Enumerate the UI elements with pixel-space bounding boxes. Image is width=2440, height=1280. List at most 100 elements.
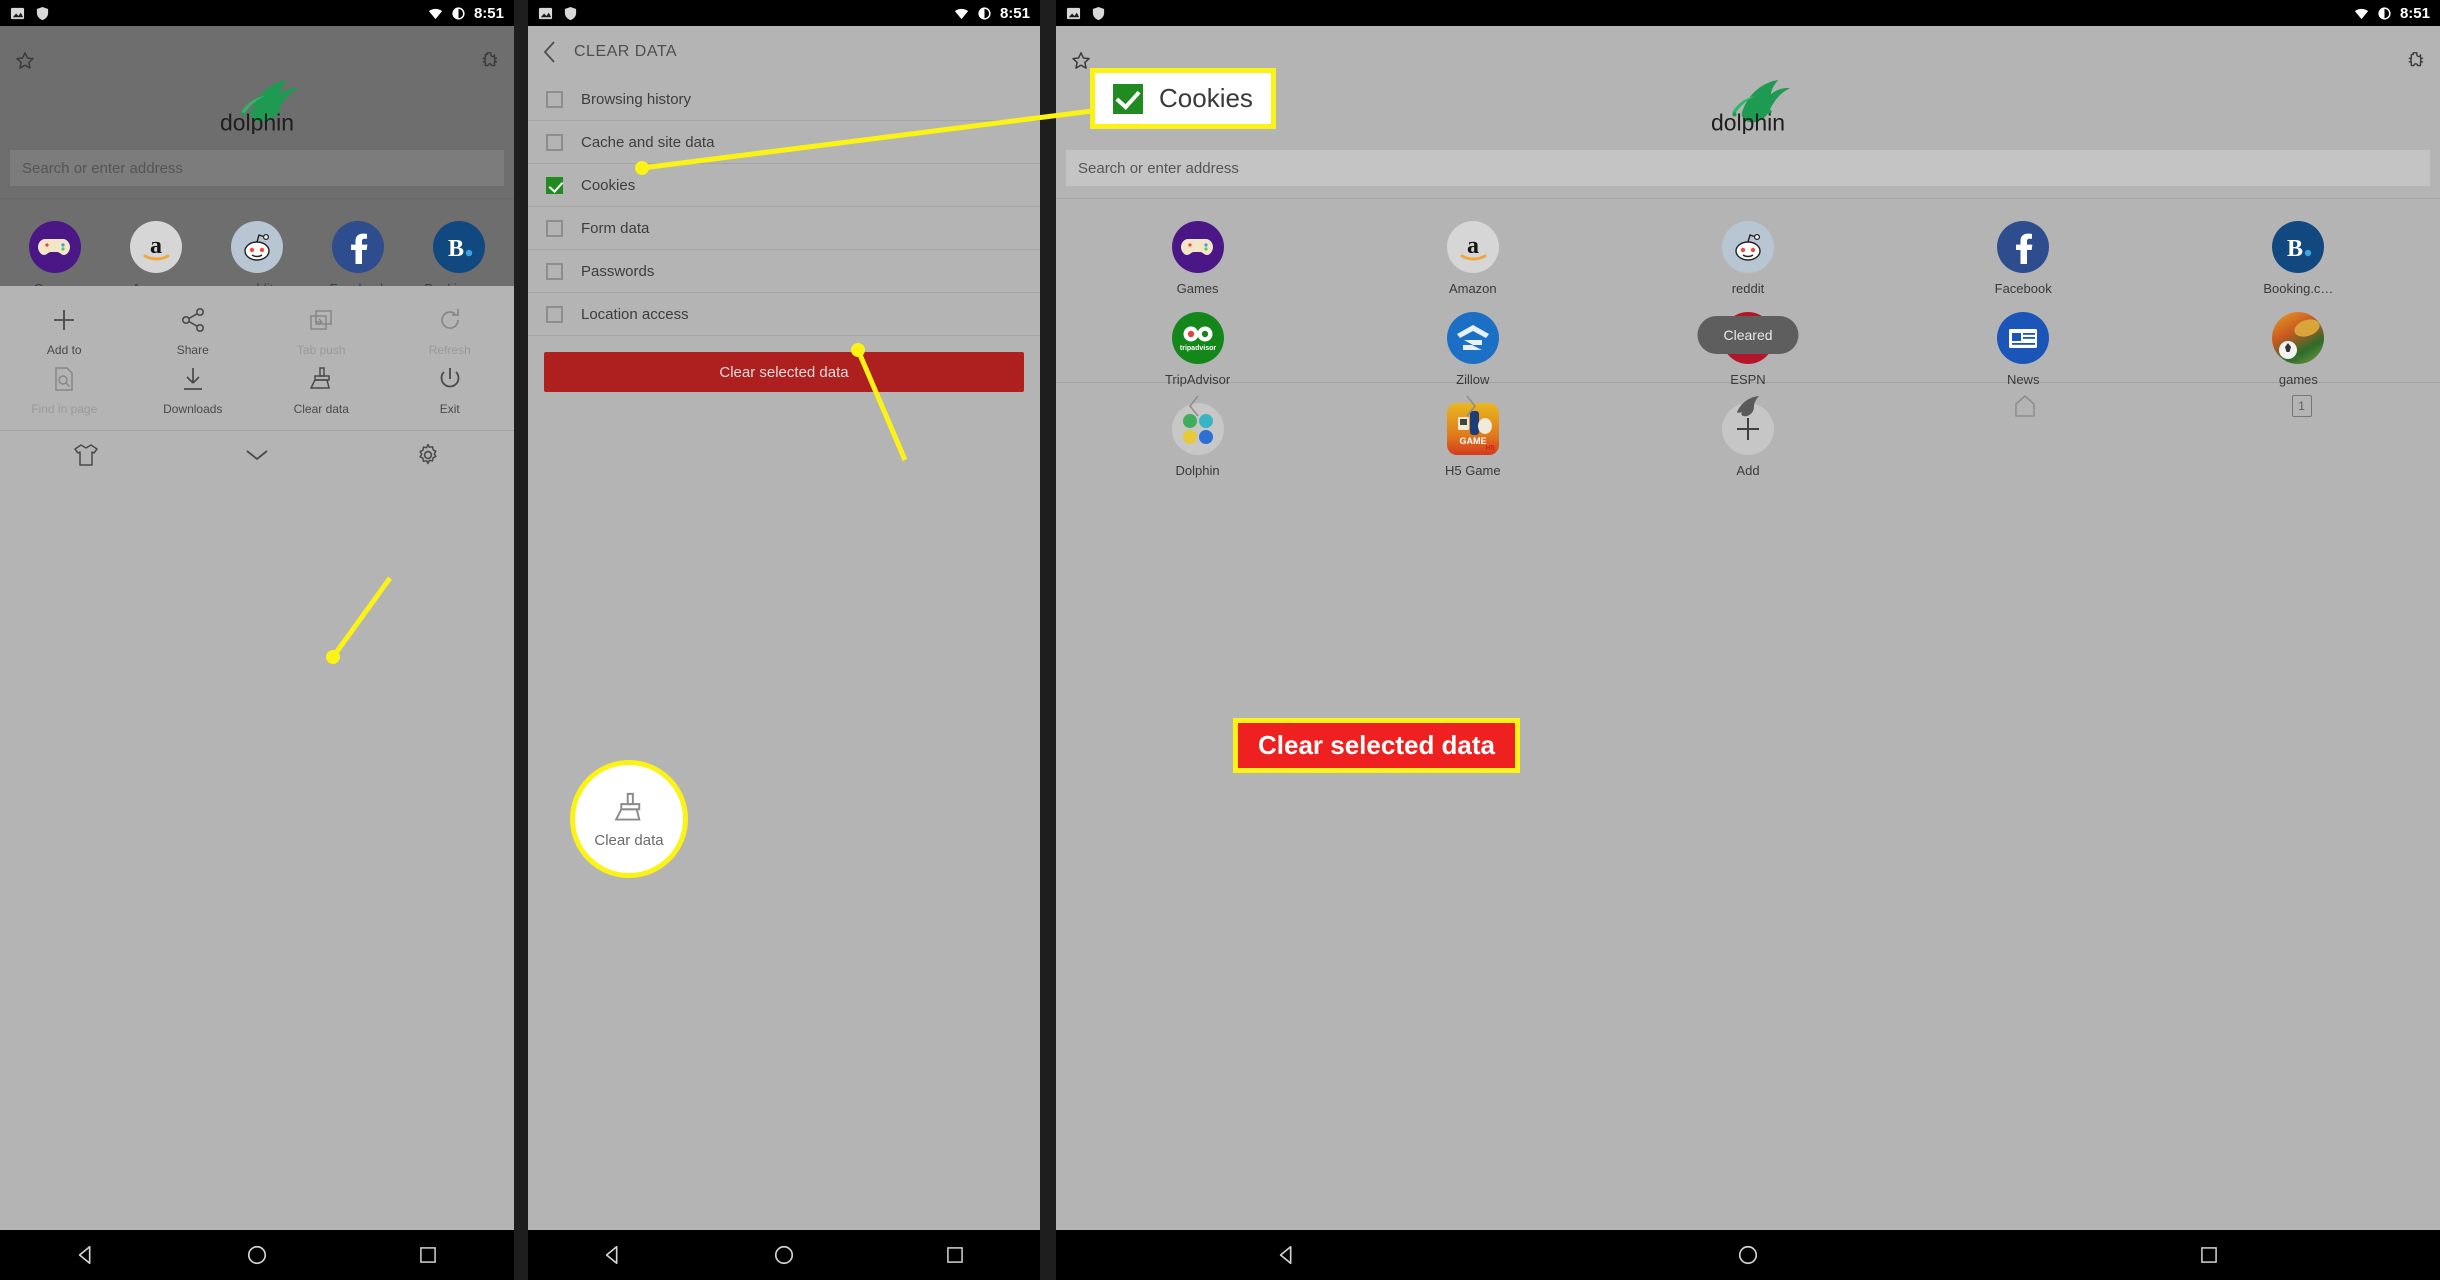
image-icon bbox=[10, 7, 25, 19]
zillow-icon bbox=[1446, 312, 1499, 364]
speed-dial-label: Add bbox=[1736, 463, 1760, 478]
status-time: 8:51 bbox=[2399, 4, 2430, 22]
status-left-icons bbox=[538, 6, 578, 21]
option-row-cookies[interactable]: Cookies bbox=[528, 164, 1040, 207]
phone-panel-menu-open: 8:51 dolphin Search or enter address a B… bbox=[0, 0, 514, 1280]
checkbox[interactable] bbox=[546, 90, 563, 108]
speed-dial-item-news[interactable]: News bbox=[1886, 312, 2161, 387]
option-row-location-access[interactable]: Location access bbox=[528, 293, 1040, 336]
dolphin-icon[interactable] bbox=[1734, 394, 1762, 418]
speed-dial-item-facebook[interactable]: Facebook bbox=[1886, 221, 2161, 296]
find-page-icon bbox=[55, 367, 73, 391]
page-title: CLEAR DATA bbox=[574, 43, 678, 60]
addon-puzzle-icon[interactable] bbox=[2404, 50, 2426, 72]
download-icon bbox=[183, 368, 202, 390]
games-photo-icon bbox=[2272, 312, 2325, 364]
speed-dial-item-games[interactable]: Games bbox=[1060, 221, 1335, 296]
bookmark-star-icon[interactable] bbox=[1070, 50, 1092, 72]
menu-item-label: Share bbox=[176, 343, 209, 357]
svg-text:B: B bbox=[2287, 236, 2303, 262]
speed-dial-item-games-photo[interactable]: games bbox=[2161, 312, 2436, 387]
speed-dial-item-booking[interactable]: B Booking.c… bbox=[409, 221, 510, 296]
status-right: 8:51 bbox=[428, 5, 504, 22]
menu-item-share[interactable]: Share bbox=[129, 306, 258, 357]
battery-icon bbox=[452, 6, 465, 20]
checkbox[interactable] bbox=[546, 305, 563, 323]
speed-dial-item-reddit[interactable]: reddit bbox=[206, 221, 307, 296]
clear-data-header: CLEAR DATA bbox=[528, 26, 1040, 78]
status-bar: 8:51 bbox=[1056, 0, 2440, 26]
addon-puzzle-icon[interactable] bbox=[478, 50, 500, 72]
back-chevron-icon[interactable] bbox=[1186, 393, 1202, 419]
square-recents-icon[interactable] bbox=[418, 1245, 438, 1265]
circle-home-icon[interactable] bbox=[1737, 1244, 1759, 1266]
speed-dial-item-booking[interactable]: B Booking.c… bbox=[2161, 221, 2436, 296]
status-time: 8:51 bbox=[999, 4, 1030, 22]
square-recents-icon[interactable] bbox=[945, 1245, 965, 1265]
svg-text:a: a bbox=[150, 233, 162, 259]
checkbox[interactable] bbox=[546, 219, 563, 237]
speed-dial-item-facebook[interactable]: Facebook bbox=[308, 221, 409, 296]
share-icon bbox=[181, 307, 204, 332]
status-right: 8:51 bbox=[2354, 5, 2430, 22]
option-row-cache-site-data[interactable]: Cache and site data bbox=[528, 121, 1040, 164]
checkbox[interactable] bbox=[546, 133, 563, 151]
menu-item-refresh[interactable]: Refresh bbox=[386, 306, 515, 357]
address-bar[interactable]: Search or enter address bbox=[1066, 150, 2430, 186]
speed-dial-item-reddit[interactable]: reddit bbox=[1610, 221, 1885, 296]
menu-item-label: Exit bbox=[439, 402, 460, 416]
speed-dial-item-tripadvisor[interactable]: tripadvisor TripAdvisor bbox=[1060, 312, 1335, 387]
checkbox-checked[interactable] bbox=[546, 176, 563, 194]
checkbox[interactable] bbox=[546, 262, 563, 280]
shield-icon bbox=[36, 6, 49, 20]
clear-selected-data-button[interactable]: Clear selected data bbox=[544, 352, 1024, 392]
tab-count-label: 1 bbox=[2298, 398, 2305, 413]
home-icon[interactable] bbox=[2014, 394, 2036, 418]
menu-item-downloads[interactable]: Downloads bbox=[129, 365, 258, 416]
speed-dial-item-zillow[interactable]: Zillow bbox=[1335, 312, 1610, 387]
status-left-icons bbox=[1066, 6, 1106, 21]
menu-item-clear-data[interactable]: Clear data bbox=[257, 365, 386, 416]
menu-item-find-in-page[interactable]: Find in page bbox=[0, 365, 129, 416]
circle-home-icon[interactable] bbox=[246, 1244, 268, 1266]
speed-dial-item-amazon[interactable]: a Amazon bbox=[1335, 221, 1610, 296]
gear-settings-icon[interactable] bbox=[416, 443, 440, 467]
plus-icon bbox=[54, 310, 75, 330]
forward-chevron-icon[interactable] bbox=[1463, 393, 1479, 419]
address-bar[interactable]: Search or enter address bbox=[10, 150, 504, 186]
speed-dial-item-games[interactable]: Games bbox=[4, 221, 105, 296]
triangle-back-icon[interactable] bbox=[1276, 1244, 1298, 1266]
tab-count-icon[interactable]: 1 bbox=[2291, 394, 2312, 417]
option-row-browsing-history[interactable]: Browsing history bbox=[528, 78, 1040, 121]
chevron-down-icon[interactable] bbox=[243, 446, 271, 464]
android-nav-bar bbox=[0, 1230, 514, 1280]
dolphin-logo: dolphin bbox=[0, 76, 514, 134]
facebook-icon bbox=[1997, 221, 2050, 273]
triangle-back-icon[interactable] bbox=[602, 1244, 624, 1266]
option-row-passwords[interactable]: Passwords bbox=[528, 250, 1040, 293]
svg-text:H5: H5 bbox=[1485, 445, 1494, 452]
toast-label: Cleared bbox=[1723, 327, 1773, 343]
option-label: Cookies bbox=[581, 176, 636, 194]
speed-dial-item-amazon[interactable]: a Amazon bbox=[105, 221, 206, 296]
status-time: 8:51 bbox=[473, 4, 504, 22]
menu-item-add-to[interactable]: Add to bbox=[0, 306, 129, 357]
news-icon bbox=[1997, 312, 2050, 364]
shield-icon bbox=[1092, 6, 1105, 20]
menu-item-tab-push[interactable]: Tab push bbox=[257, 306, 386, 357]
option-row-form-data[interactable]: Form data bbox=[528, 207, 1040, 250]
facebook-icon bbox=[332, 221, 385, 273]
circle-home-icon[interactable] bbox=[773, 1244, 795, 1266]
menu-item-exit[interactable]: Exit bbox=[386, 365, 515, 416]
toast-cleared: Cleared bbox=[1697, 316, 1799, 354]
browser-home-dimmed: dolphin Search or enter address Games a … bbox=[0, 26, 514, 478]
bookmark-star-icon[interactable] bbox=[14, 50, 36, 72]
clear-data-options-list: Browsing history Cache and site data Coo… bbox=[528, 78, 1040, 336]
browser-topbar bbox=[1056, 26, 2440, 82]
chevron-left-icon[interactable] bbox=[542, 40, 558, 64]
menu-item-label: Tab push bbox=[296, 343, 346, 357]
triangle-back-icon[interactable] bbox=[75, 1244, 97, 1266]
tshirt-theme-icon[interactable] bbox=[73, 443, 99, 467]
square-recents-icon[interactable] bbox=[2199, 1245, 2219, 1265]
screenshot-stage: 8:51 dolphin Search or enter address a B… bbox=[0, 0, 2440, 1280]
